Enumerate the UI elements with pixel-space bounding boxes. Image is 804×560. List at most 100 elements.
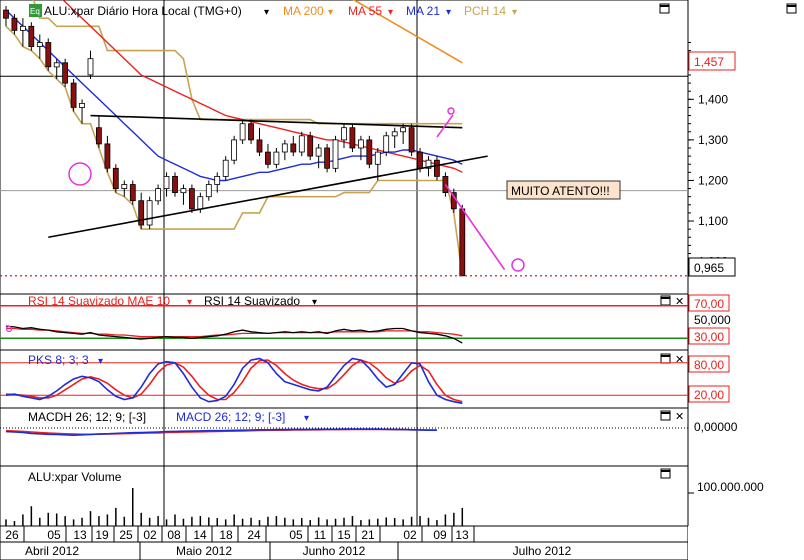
candle-body [442, 175, 449, 193]
candle-body [104, 143, 111, 169]
candle-body [121, 184, 128, 189]
candle-body [459, 208, 466, 277]
rsi-title2[interactable]: RSI 14 Suavizado [204, 294, 300, 308]
day-label: 26 [5, 528, 19, 542]
pks-title[interactable]: PKS 8; 3; 3 [28, 353, 89, 367]
macd-histogram-title[interactable]: MACDH 26; 12; 9; [-3] [28, 410, 146, 424]
day-label: 05 [47, 528, 61, 542]
pks-title-dropdown-icon[interactable]: ▾ [98, 356, 103, 367]
candle-body [408, 127, 415, 153]
pks-level-80: 80,00 [688, 355, 730, 373]
candle-body [417, 151, 423, 169]
svg-text:30,00: 30,00 [694, 330, 724, 344]
day-label: 15 [337, 528, 351, 542]
candle-body [307, 135, 314, 157]
rsi-level-30: 30,00 [688, 327, 730, 345]
legend-ma21-dropdown-icon[interactable]: ▾ [446, 7, 451, 18]
month-label: Junho 2012 [303, 544, 366, 558]
candle-body [112, 167, 119, 190]
candle-body [248, 123, 254, 141]
candle-body [374, 151, 381, 165]
day-label: 21 [361, 528, 375, 542]
candle-body [357, 139, 364, 149]
candle-body [349, 127, 356, 149]
rsi-level-50: 50,000 [694, 313, 731, 327]
candle-body [332, 139, 339, 169]
legend-ma55[interactable]: MA 55 [348, 4, 382, 18]
day-label: 05 [289, 528, 303, 542]
candle-body [28, 25, 35, 47]
candle-body [433, 159, 440, 177]
day-label: 14 [193, 528, 207, 542]
candle-body [273, 151, 280, 165]
macd-title[interactable]: MACD 26; 12; 9; [-3] [176, 410, 285, 424]
day-label: 18 [219, 528, 233, 542]
candle-body [264, 151, 271, 165]
candle-body [138, 200, 145, 226]
candle-body [79, 103, 85, 108]
candle-body [87, 58, 94, 76]
candle-body [129, 184, 136, 202]
candle-body [197, 196, 204, 210]
day-label: 13 [73, 528, 87, 542]
legend-ma200-dropdown-icon[interactable]: ▾ [328, 7, 333, 18]
title-dropdown-icon[interactable]: ▾ [264, 7, 269, 18]
price-badge-line-text: 1,457 [694, 55, 724, 69]
price-tick-label: 1,400 [698, 92, 728, 106]
price-badge-last-text: 0,965 [694, 261, 724, 275]
candle-body [96, 127, 102, 145]
annotation-text: MUITO ATENTO!!! [511, 184, 610, 198]
annotation-box[interactable]: MUITO ATENTO!!! [506, 180, 621, 200]
candle-body [19, 25, 26, 31]
rsi-title[interactable]: RSI 14 Suavizado MAE 10 [28, 294, 170, 308]
candle-body [341, 127, 347, 141]
pks-close-icon[interactable]: ✕ [675, 354, 684, 366]
legend-pch14-dropdown-icon[interactable]: ▾ [512, 7, 517, 18]
candle-body [3, 9, 9, 19]
price-badge-line: 1,457 [688, 51, 736, 71]
svg-text:80,00: 80,00 [694, 358, 724, 372]
rsi-title2-dropdown-icon[interactable]: ▾ [312, 297, 317, 308]
day-label: 11 [314, 528, 327, 542]
candle-body [222, 159, 229, 177]
macd-title-dropdown-icon[interactable]: ▾ [304, 413, 309, 424]
axis-corner [688, 526, 804, 560]
candle-body [281, 143, 288, 153]
volume-level: 100.000.000 [697, 480, 764, 494]
candle-body [36, 42, 43, 47]
candle-body [163, 175, 170, 189]
candle-body [400, 127, 407, 133]
svg-text:20,00: 20,00 [694, 388, 724, 402]
day-label: 09 [433, 528, 447, 542]
rsi-title-dropdown-icon[interactable]: ▾ [187, 297, 192, 308]
macd-level-zero: 0,00000 [694, 420, 738, 434]
day-label: 02 [143, 528, 157, 542]
candle-body [53, 62, 60, 68]
candle-body [298, 135, 305, 153]
legend-ma55-dropdown-icon[interactable]: ▾ [388, 7, 393, 18]
symbol-title[interactable]: ALU:xpar Diário Hora Local (TMG+0) [44, 4, 242, 18]
candle-body [315, 147, 322, 157]
legend-pch14[interactable]: PCH 14 [464, 4, 506, 18]
candle-body [366, 139, 373, 165]
day-label: 02 [403, 528, 417, 542]
candle-body [231, 139, 238, 161]
price-tick-label: 1,100 [698, 214, 728, 228]
month-label: Abril 2012 [25, 544, 79, 558]
legend-ma21[interactable]: MA 21 [406, 4, 440, 18]
candle-body [155, 188, 162, 202]
price-badge-last: 0,965 [688, 257, 736, 277]
candle-body [239, 123, 246, 141]
day-label: 24 [247, 528, 261, 542]
candle-body [205, 184, 212, 198]
candle-body [383, 135, 390, 153]
candle-body [45, 42, 52, 68]
eq-badge-label: Eq [30, 7, 40, 16]
legend-ma200[interactable]: MA 200 [283, 4, 324, 18]
day-label: 25 [119, 528, 133, 542]
month-label: Maio 2012 [176, 544, 232, 558]
macd-close-icon[interactable]: ✕ [675, 411, 684, 423]
volume-title[interactable]: ALU:xpar Volume [28, 470, 122, 484]
candle-body [180, 188, 187, 194]
candle-body [256, 139, 263, 153]
